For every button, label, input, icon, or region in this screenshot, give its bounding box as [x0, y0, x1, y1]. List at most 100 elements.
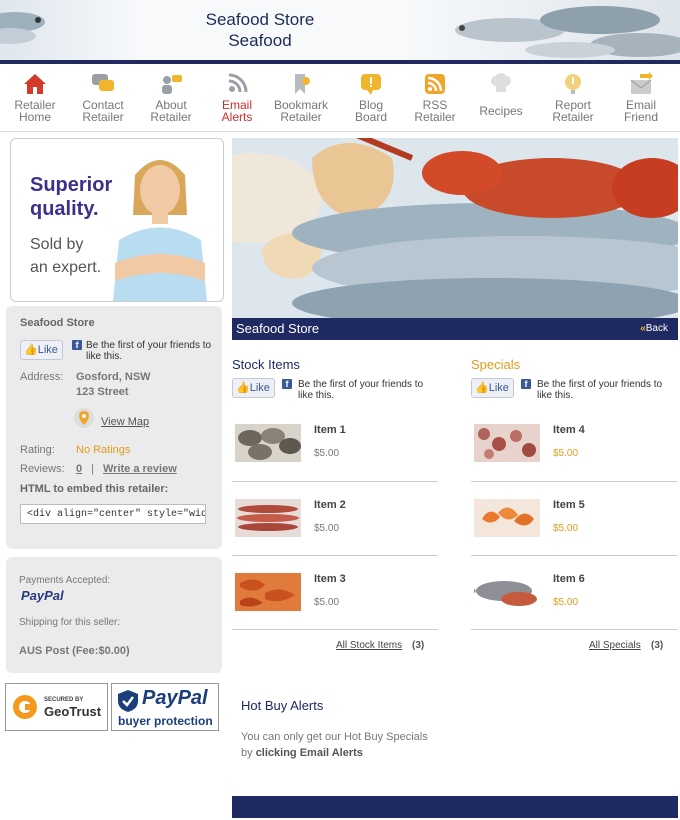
nav-rss-retailer[interactable]: RSS Retailer — [402, 70, 468, 123]
like-social-text: Be the first of your friends to like thi… — [298, 379, 438, 401]
item-1-price: $5.00 — [314, 448, 340, 459]
item-2-thumbnail[interactable] — [235, 499, 301, 537]
like-label: Like — [488, 382, 509, 394]
reviews-separator: | — [91, 463, 94, 475]
item-5-price: $5.00 — [553, 523, 579, 534]
item-2-name[interactable]: Item 2 — [314, 499, 346, 511]
shipping-label: Shipping for this seller: — [19, 617, 121, 628]
nav-email-alerts[interactable]: Email Alerts — [204, 70, 270, 123]
fish-decoration-left — [0, 12, 45, 44]
chef-hat-icon — [491, 73, 511, 92]
item-4-thumbnail[interactable] — [474, 424, 540, 462]
all-specials-link[interactable]: All Specials — [589, 640, 641, 651]
hot-buy-email-alerts-link[interactable]: clicking Email Alerts — [256, 747, 363, 759]
embed-label: HTML to embed this retailer: — [20, 483, 169, 495]
item-4-name[interactable]: Item 4 — [553, 424, 585, 436]
buyer-protection-text: buyer protection — [118, 714, 213, 728]
report-icon — [565, 74, 581, 94]
nav-bookmark-retailer[interactable]: Bookmark Retailer — [268, 70, 334, 123]
like-text-line2: like this. — [298, 390, 335, 401]
nav-divider — [0, 131, 680, 132]
nav-retailer-home[interactable]: Retailer Home — [2, 70, 68, 123]
like-text-line2: like this. — [86, 351, 123, 362]
nav-recipes[interactable]: Recipes — [468, 70, 534, 117]
promo-headline-line2: quality. — [30, 198, 99, 220]
geotrust-logo-icon — [13, 695, 37, 719]
view-map-link[interactable]: View Map — [101, 416, 149, 428]
like-text-line1: Be the first of your friends to — [537, 379, 663, 390]
nav-label: Retailer — [414, 110, 456, 124]
facebook-like-button[interactable]: 👍Like — [20, 340, 63, 360]
item-1-thumbnail[interactable] — [235, 424, 301, 462]
item-3-name[interactable]: Item 3 — [314, 573, 346, 585]
nav-label: Retailer — [150, 110, 192, 124]
payments-panel: Payments Accepted: PayPal Shipping for t… — [6, 557, 222, 673]
like-label: Like — [37, 344, 58, 356]
facebook-icon: f — [282, 379, 292, 389]
item-6-name[interactable]: Item 6 — [553, 573, 585, 585]
thumbs-up-icon: 👍 — [475, 382, 489, 394]
hero-caption-bar: Seafood Store «Back — [232, 318, 678, 340]
stock-items-title: Stock Items — [232, 357, 300, 372]
promo-sub-line2: an expert. — [30, 259, 102, 276]
nav-label: Alerts — [221, 110, 253, 124]
item-divider — [471, 481, 677, 482]
hot-buy-text-line1: You can only get our Hot Buy Specials — [241, 731, 428, 743]
item-1-name[interactable]: Item 1 — [314, 424, 346, 436]
like-text-line2: like this. — [537, 390, 574, 401]
item-3-thumbnail[interactable] — [235, 573, 301, 611]
retailer-nav: Retailer Home Contact Retailer About Ret… — [0, 70, 680, 128]
bookmark-icon — [295, 74, 310, 94]
item-divider — [232, 629, 438, 630]
people-icon — [162, 75, 182, 94]
site-header: Seafood Store Seafood — [0, 0, 680, 64]
reviews-count-link[interactable]: 0 — [76, 463, 82, 475]
store-title: Seafood Store — [205, 10, 315, 29]
thumbs-up-icon: 👍 — [24, 344, 38, 356]
promo-banner[interactable]: Superior quality. Sold by an expert. — [10, 138, 224, 302]
facebook-icon: f — [72, 340, 82, 350]
rating-label: Rating: — [20, 444, 55, 456]
nav-label: Board — [354, 110, 388, 124]
seafood-photo — [232, 138, 678, 318]
item-divider — [232, 481, 438, 482]
paypal-buyer-protection-badge[interactable]: PayPal buyer protection — [111, 683, 219, 731]
promo-headline: Superior quality. — [30, 173, 112, 221]
facebook-icon: f — [521, 379, 531, 389]
item-3-price: $5.00 — [314, 597, 340, 608]
nav-label: Home — [18, 110, 51, 124]
item-divider — [471, 555, 677, 556]
like-label: Like — [249, 382, 270, 394]
nav-email-friend[interactable]: Email Friend — [608, 70, 674, 123]
back-link[interactable]: «Back — [640, 323, 668, 334]
nav-label: Retailer — [280, 110, 322, 124]
all-stock-items-link[interactable]: All Stock Items — [336, 640, 402, 651]
promo-subline: Sold by an expert. — [30, 233, 101, 279]
geotrust-badge[interactable]: SECURED BY GeoTrust — [5, 683, 108, 731]
nav-report-retailer[interactable]: Report Retailer — [540, 70, 606, 123]
paypal-logo: PayPal — [21, 588, 64, 603]
item-2-price: $5.00 — [314, 523, 340, 534]
facebook-like-button[interactable]: 👍Like — [471, 378, 514, 398]
promo-sub-line1: Sold by — [30, 236, 84, 253]
hot-buy-title: Hot Buy Alerts — [241, 698, 324, 713]
facebook-like-button[interactable]: 👍Like — [232, 378, 275, 398]
like-social-text: Be the first of your friends to like thi… — [86, 340, 222, 362]
address-line2: 123 Street — [76, 386, 129, 398]
item-6-thumbnail[interactable] — [474, 573, 540, 611]
specials-count: (3) — [651, 640, 664, 651]
nav-blog-board[interactable]: Blog Board — [338, 70, 404, 123]
rss-icon — [425, 74, 445, 94]
stock-items-count: (3) — [412, 640, 425, 651]
retailer-info-panel: Seafood Store 👍Like f Be the first of yo… — [6, 306, 222, 549]
map-pin-icon — [74, 408, 94, 428]
chat-icon — [92, 74, 114, 91]
hot-buy-text: You can only get our Hot Buy Specials by… — [241, 729, 428, 761]
embed-code-field[interactable]: <div align="center" style="width:208px — [20, 504, 206, 524]
nav-contact-retailer[interactable]: Contact Retailer — [70, 70, 136, 123]
write-review-link[interactable]: Write a review — [103, 463, 177, 475]
item-5-name[interactable]: Item 5 — [553, 499, 585, 511]
item-divider — [232, 555, 438, 556]
item-5-thumbnail[interactable] — [474, 499, 540, 537]
nav-about-retailer[interactable]: About Retailer — [138, 70, 204, 123]
